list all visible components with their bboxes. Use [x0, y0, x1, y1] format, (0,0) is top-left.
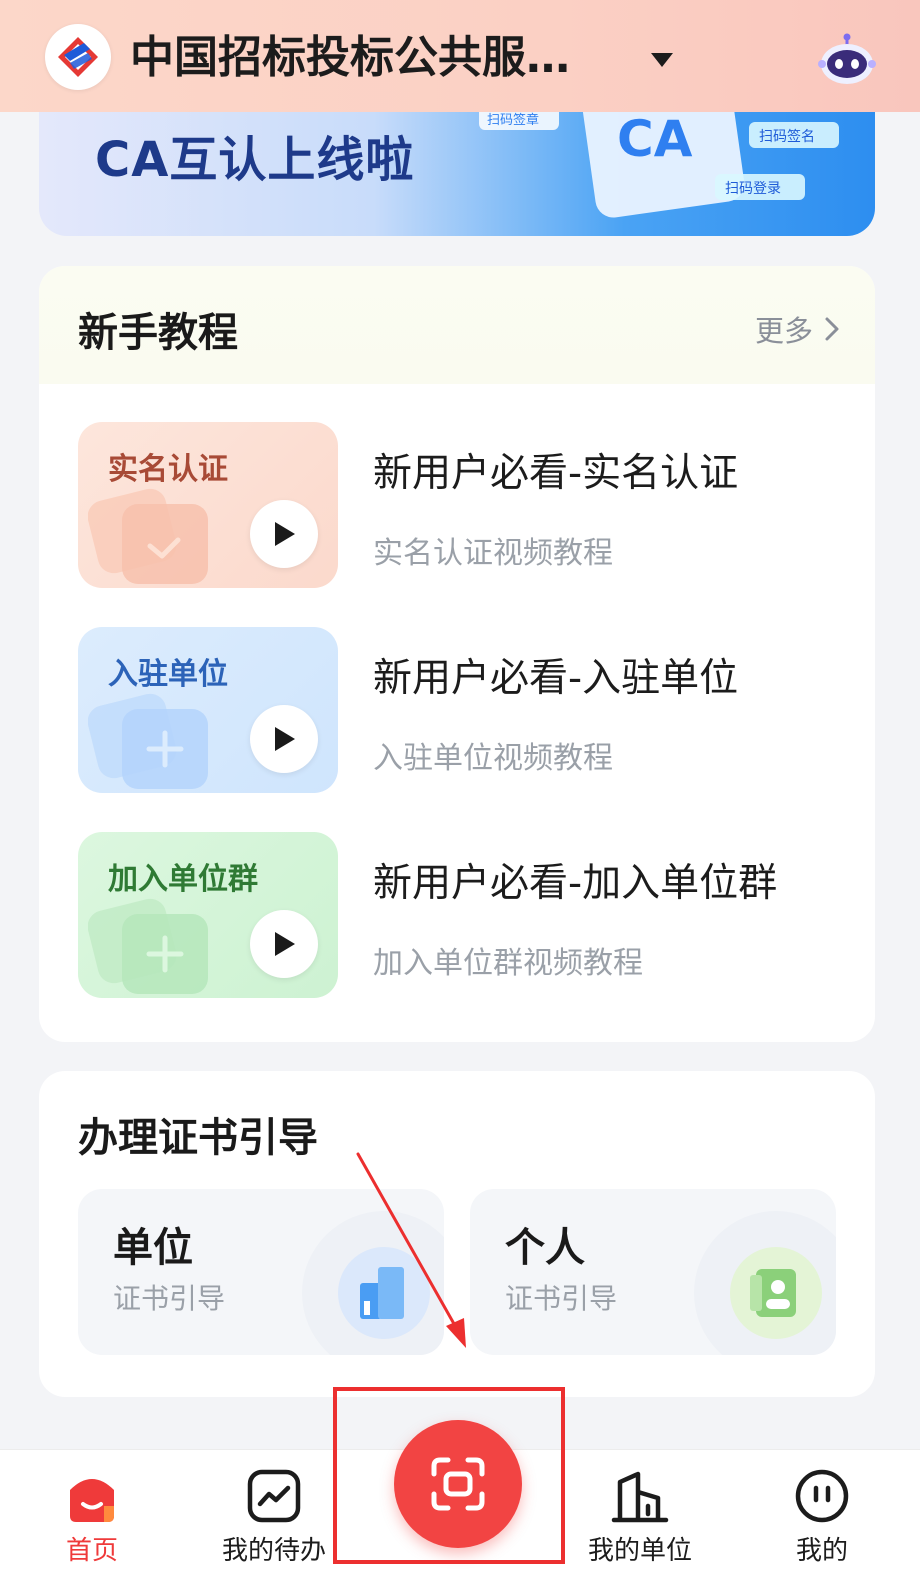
scan-icon: [431, 1457, 485, 1511]
tutorial-item-title[interactable]: 新用户必看-加入单位群: [373, 852, 777, 908]
tutorial-thumbnail[interactable]: 入驻单位: [78, 627, 338, 793]
more-label: 更多: [754, 314, 813, 348]
trend-chart-icon: [247, 1469, 301, 1523]
tutorial-item-subtitle: 入驻单位视频教程: [373, 741, 613, 776]
org-logo-icon: [58, 37, 98, 77]
top-header: 中国招标投标公共服务...: [0, 0, 920, 112]
face-icon: [795, 1469, 849, 1523]
building-icon: [302, 1211, 444, 1355]
tutorial-item-join-unit[interactable]: 入驻单位 新用户必看-入驻单位 入驻单位视频教程: [78, 627, 838, 793]
tutorial-item-title[interactable]: 新用户必看-实名认证: [373, 442, 738, 498]
building-outline-icon: [611, 1471, 669, 1523]
tab-my-unit[interactable]: 我的单位: [570, 1450, 710, 1578]
tutorial-header: 新手教程 更多: [39, 266, 875, 384]
tutorial-section: 新手教程 更多 实名认证 新用户必看-实名认证 实名认证视频教程 入驻单位 新用…: [39, 266, 875, 1042]
certificate-guide-title: 办理证书引导: [78, 1115, 318, 1161]
cert-tile-subtitle: 证书引导: [505, 1282, 618, 1315]
cert-tile-subtitle: 证书引导: [113, 1282, 226, 1315]
home-icon: [70, 1479, 114, 1522]
banner-card-text: CA: [617, 110, 693, 168]
banner-tag: 扫码签章: [487, 112, 539, 128]
cert-tile-unit[interactable]: 单位 证书引导: [78, 1189, 444, 1355]
tutorial-item-real-name[interactable]: 实名认证 新用户必看-实名认证 实名认证视频教程: [78, 422, 838, 588]
tab-label: 我的单位: [587, 1536, 692, 1566]
banner-title: CA互认上线啦: [95, 132, 415, 188]
tab-home[interactable]: 首页: [22, 1450, 162, 1578]
tutorial-title: 新手教程: [78, 310, 238, 356]
scan-button[interactable]: [394, 1420, 522, 1548]
certificate-guide-section: 办理证书引导 单位 证书引导 个人 证书引导: [39, 1071, 875, 1397]
tab-mine[interactable]: 我的: [752, 1450, 892, 1578]
tutorial-item-subtitle: 加入单位群视频教程: [373, 946, 643, 981]
robot-assistant-icon[interactable]: [818, 32, 876, 86]
tutorial-thumbnail[interactable]: 加入单位群: [78, 832, 338, 998]
tab-label: 首页: [65, 1536, 118, 1566]
org-title[interactable]: 中国招标投标公共服务...: [130, 30, 610, 86]
tab-todo[interactable]: 我的待办: [204, 1450, 344, 1578]
play-button[interactable]: [250, 705, 318, 773]
chevron-right-icon: [825, 317, 839, 341]
play-icon: [275, 932, 295, 956]
play-icon: [275, 522, 295, 546]
dropdown-triangle-icon[interactable]: [648, 50, 676, 70]
add-group-icon: [88, 898, 208, 994]
tutorial-item-join-group[interactable]: 加入单位群 新用户必看-加入单位群 加入单位群视频教程: [78, 832, 838, 998]
tutorial-item-subtitle: 实名认证视频教程: [373, 536, 613, 571]
tutorial-more-link[interactable]: 更多: [755, 308, 841, 350]
cert-tile-personal[interactable]: 个人 证书引导: [470, 1189, 836, 1355]
cert-tile-title: 个人: [505, 1225, 585, 1271]
org-logo[interactable]: [45, 24, 111, 90]
tutorial-item-title[interactable]: 新用户必看-入驻单位: [373, 647, 738, 703]
banner-tag: 扫码签名: [759, 128, 815, 145]
shield-check-icon: [88, 488, 208, 584]
play-button[interactable]: [250, 910, 318, 978]
tutorial-thumbnail[interactable]: 实名认证: [78, 422, 338, 588]
add-building-icon: [88, 693, 208, 789]
play-icon: [275, 727, 295, 751]
id-card-icon: [694, 1211, 836, 1355]
play-button[interactable]: [250, 500, 318, 568]
cert-tile-title: 单位: [113, 1225, 193, 1271]
banner-tag: 扫码登录: [725, 181, 781, 197]
tab-label: 我的待办: [221, 1536, 326, 1566]
tab-label: 我的: [795, 1536, 848, 1566]
